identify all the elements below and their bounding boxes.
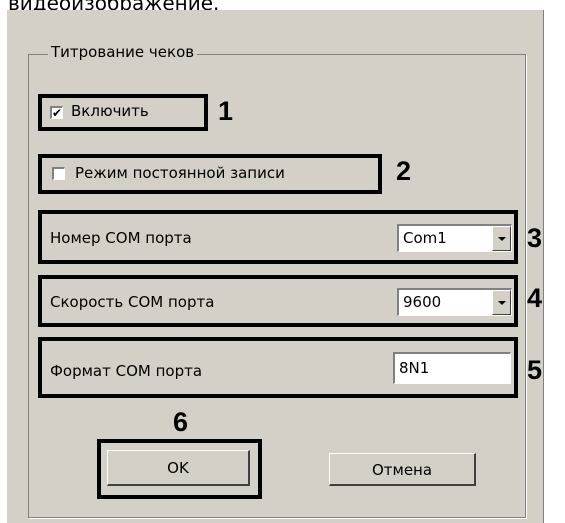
com-port-speed-select[interactable]: 9600 [397,288,512,316]
chevron-down-icon[interactable] [492,290,511,315]
groupbox-title: Титрование чеков [48,43,198,61]
chevron-down-icon[interactable] [492,226,511,251]
marker-6: 6 [173,407,189,437]
marker-3: 3 [527,223,543,253]
marker-2: 2 [396,156,412,186]
enable-checkbox[interactable]: ✔ [50,106,63,119]
marker-1: 1 [218,96,234,126]
com-port-format-value: 8N1 [399,359,430,377]
cancel-button[interactable]: Отмена [329,453,476,486]
constant-record-label[interactable]: Режим постоянной записи [75,164,285,182]
constant-record-checkbox[interactable] [52,167,65,180]
enable-label[interactable]: Включить [71,102,149,120]
marker-5: 5 [527,355,543,385]
com-port-speed-label: Скорость COM порта [50,293,215,311]
com-port-number-label: Номер COM порта [50,229,192,247]
com-port-number-value: Com1 [403,229,447,247]
com-port-number-select[interactable]: Com1 [397,224,512,252]
com-port-speed-value: 9600 [403,293,442,311]
check-icon: ✔ [52,106,63,120]
com-port-format-input[interactable]: 8N1 [393,352,511,384]
com-port-format-label: Формат COM порта [50,362,203,380]
ok-button[interactable]: OK [107,450,250,486]
marker-4: 4 [527,283,543,313]
